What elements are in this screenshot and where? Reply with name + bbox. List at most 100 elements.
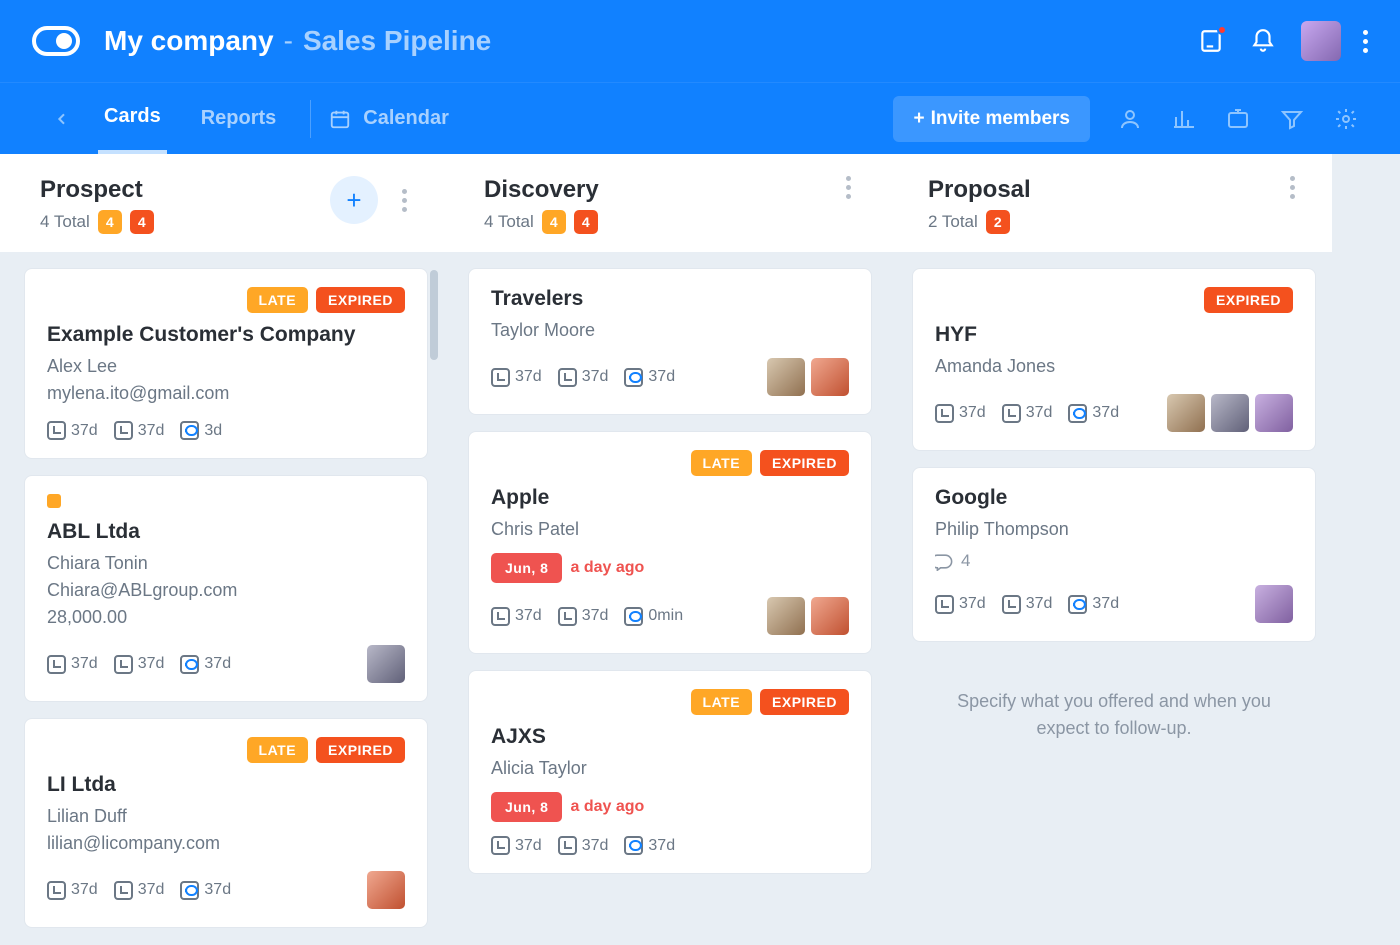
status-badge: LATE bbox=[247, 287, 309, 313]
empty-hint: Specify what you offered and when you ex… bbox=[912, 658, 1316, 772]
assignee-avatar[interactable] bbox=[1211, 394, 1249, 432]
clock-icon bbox=[624, 836, 643, 855]
card[interactable]: TravelersTaylor Moore37d37d37d bbox=[468, 268, 872, 415]
time-stat: 37d bbox=[1068, 595, 1119, 614]
count-badge: 2 bbox=[986, 210, 1010, 234]
assignee-avatar[interactable] bbox=[367, 871, 405, 909]
column: Prospect 4 Total44 + LATE EXPIRED Example … bbox=[0, 154, 444, 945]
column: Discovery 4 Total44 Travelers Taylor Moor… bbox=[444, 154, 888, 945]
time-stat: 37d bbox=[558, 368, 609, 387]
assignee-avatar[interactable] bbox=[1255, 394, 1293, 432]
clock-icon bbox=[1068, 404, 1087, 423]
column-header: Discovery 4 Total44 bbox=[444, 154, 888, 252]
card-title: Google bbox=[935, 486, 1293, 510]
count-badge: 4 bbox=[574, 210, 598, 234]
tab-cards[interactable]: Cards bbox=[98, 83, 167, 154]
time-stat: 37d bbox=[558, 836, 609, 855]
card[interactable]: LATEEXPIREDAppleChris PatelJun, 8a day a… bbox=[468, 431, 872, 654]
clock-icon bbox=[47, 655, 66, 674]
invite-members-button[interactable]: + Invite members bbox=[893, 96, 1090, 142]
kanban-board: Prospect 4 Total44 + LATE EXPIRED Example … bbox=[0, 154, 1400, 945]
card-field: Alicia Taylor bbox=[491, 755, 849, 782]
notification-dot bbox=[1217, 25, 1227, 35]
time-stat: 37d bbox=[935, 595, 986, 614]
time-stat: 37d bbox=[624, 368, 675, 387]
column-menu-icon[interactable] bbox=[1280, 176, 1304, 199]
status-badge: LATE bbox=[691, 450, 753, 476]
assignee-avatar[interactable] bbox=[367, 645, 405, 683]
back-icon[interactable] bbox=[48, 105, 76, 133]
clock-icon bbox=[558, 836, 577, 855]
card-title: Travelers bbox=[491, 287, 849, 311]
more-menu-icon[interactable] bbox=[1363, 30, 1368, 53]
add-card-button[interactable]: + bbox=[330, 176, 378, 224]
clock-icon bbox=[491, 607, 510, 626]
count-badge: 4 bbox=[98, 210, 122, 234]
clock-icon bbox=[491, 368, 510, 387]
inbox-icon[interactable] bbox=[1197, 27, 1225, 55]
time-stat: 37d bbox=[47, 881, 98, 900]
status-badge: EXPIRED bbox=[316, 737, 405, 763]
clock-icon bbox=[114, 655, 133, 674]
assignee-avatar[interactable] bbox=[767, 358, 805, 396]
time-stat: 37d bbox=[47, 655, 98, 674]
time-stat: 37d bbox=[114, 881, 165, 900]
app-logo[interactable] bbox=[32, 26, 80, 56]
assignee-avatar[interactable] bbox=[811, 597, 849, 635]
column-subtitle: 4 Total44 bbox=[40, 210, 154, 234]
settings-icon[interactable] bbox=[1332, 105, 1360, 133]
clock-icon bbox=[47, 881, 66, 900]
card-field: mylena.ito@gmail.com bbox=[47, 380, 405, 407]
assignee-avatar[interactable] bbox=[1167, 394, 1205, 432]
scrollbar[interactable] bbox=[430, 270, 438, 360]
status-badge: EXPIRED bbox=[316, 287, 405, 313]
card-title: Apple bbox=[491, 486, 849, 510]
column-title: Prospect bbox=[40, 176, 154, 204]
assignee-avatar[interactable] bbox=[811, 358, 849, 396]
clock-icon bbox=[47, 421, 66, 440]
card[interactable]: EXPIREDHYFAmanda Jones37d37d37d bbox=[912, 268, 1316, 451]
bell-icon[interactable] bbox=[1249, 27, 1277, 55]
column-title: Discovery bbox=[484, 176, 599, 204]
page-subtitle: Sales Pipeline bbox=[303, 25, 491, 57]
automation-icon[interactable] bbox=[1224, 105, 1252, 133]
status-badge: LATE bbox=[691, 689, 753, 715]
priority-dot bbox=[47, 494, 61, 508]
card-title: ABL Ltda bbox=[47, 520, 405, 544]
clock-icon bbox=[1068, 595, 1087, 614]
time-stat: 37d bbox=[1068, 404, 1119, 423]
column-menu-icon[interactable] bbox=[392, 189, 416, 212]
clock-icon bbox=[180, 881, 199, 900]
card-field: Chiara Tonin bbox=[47, 550, 405, 577]
card-field: Alex Lee bbox=[47, 353, 405, 380]
card[interactable]: LATE EXPIRED Example Customer's Company Ale… bbox=[24, 268, 428, 459]
time-stat: 37d bbox=[47, 421, 98, 440]
tab-calendar[interactable]: Calendar bbox=[329, 107, 449, 130]
column-body: EXPIREDHYFAmanda Jones37d37d37dGooglePhi… bbox=[888, 252, 1332, 788]
topbar: My company - Sales Pipeline bbox=[0, 0, 1400, 82]
column-title: Proposal bbox=[928, 176, 1031, 204]
assignee-avatar[interactable] bbox=[1255, 585, 1293, 623]
card[interactable]: ABL LtdaChiara ToninChiara@ABLgroup.com2… bbox=[24, 475, 428, 702]
user-icon[interactable] bbox=[1116, 105, 1144, 133]
time-stat: 0min bbox=[624, 607, 683, 626]
column-menu-icon[interactable] bbox=[836, 176, 860, 199]
filter-icon[interactable] bbox=[1278, 105, 1306, 133]
count-badge: 4 bbox=[130, 210, 154, 234]
card[interactable]: GooglePhilip Thompson437d37d37d bbox=[912, 467, 1316, 642]
card-field: Taylor Moore bbox=[491, 317, 849, 344]
clock-icon bbox=[180, 655, 199, 674]
time-stat: 37d bbox=[114, 421, 165, 440]
status-badge: EXPIRED bbox=[1204, 287, 1293, 313]
assignee-avatar[interactable] bbox=[767, 597, 805, 635]
card[interactable]: LATEEXPIREDLI LtdaLilian Dufflilian@lico… bbox=[24, 718, 428, 928]
user-avatar[interactable] bbox=[1301, 21, 1341, 61]
status-badge: LATE bbox=[247, 737, 309, 763]
tab-reports[interactable]: Reports bbox=[195, 85, 283, 152]
relative-time: a day ago bbox=[570, 798, 644, 816]
card-title: Example Customer's Company bbox=[47, 323, 405, 347]
card[interactable]: LATEEXPIREDAJXSAlicia TaylorJun, 8a day … bbox=[468, 670, 872, 874]
time-stat: 37d bbox=[491, 836, 542, 855]
company-name[interactable]: My company bbox=[104, 25, 274, 57]
reports-icon[interactable] bbox=[1170, 105, 1198, 133]
